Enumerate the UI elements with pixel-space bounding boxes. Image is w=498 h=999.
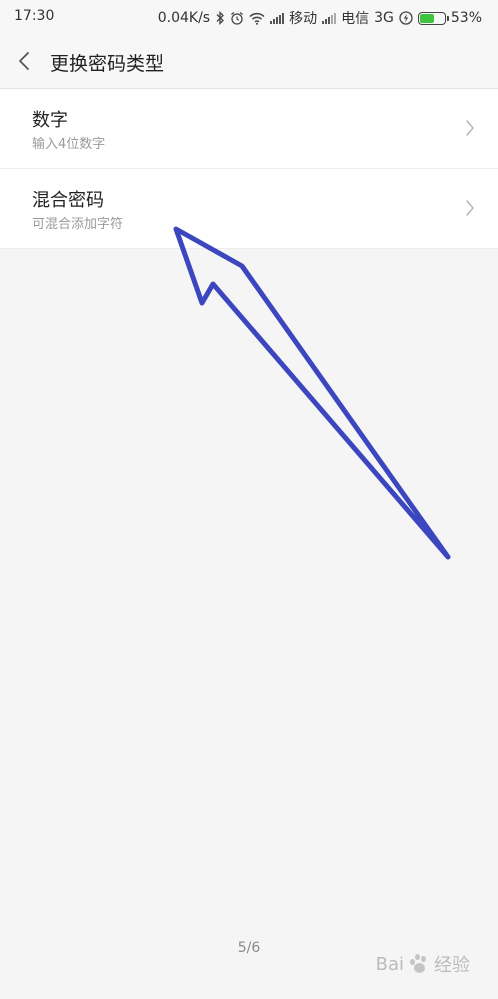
watermark-brand: Bai [375, 953, 404, 975]
battery-percent: 53% [450, 10, 482, 26]
watermark: Bai 经验 [376, 951, 470, 977]
chevron-right-icon [466, 200, 474, 216]
option-numeric[interactable]: 数字 输入4位数字 [0, 89, 498, 169]
paw-logo-icon [408, 953, 430, 975]
signal-strength-icon [270, 12, 285, 24]
carrier-2: 电信 [341, 11, 370, 27]
alarm-icon [231, 12, 244, 25]
option-label: 数字 [32, 110, 68, 131]
password-type-list: 数字 输入4位数字 混合密码 可混合添加字符 [0, 89, 498, 249]
signal-strength-icon [322, 12, 337, 24]
page-title: 更换密码类型 [50, 53, 165, 75]
carrier-1: 移动 [289, 11, 318, 27]
battery-icon [417, 11, 449, 25]
chevron-right-icon [466, 120, 474, 136]
status-bar: 17:30 0.04K/s 移动 电信 3G 53% [0, 0, 498, 34]
network-speed: 0.04K/s [157, 10, 211, 26]
option-mixed-password[interactable]: 混合密码 可混合添加字符 [0, 169, 498, 249]
charging-icon [399, 11, 413, 25]
app-header: 更换密码类型 [0, 34, 498, 89]
option-label: 混合密码 [32, 190, 104, 211]
network-type: 3G [374, 10, 394, 26]
status-time: 17:30 [14, 8, 55, 24]
wifi-icon [249, 12, 265, 25]
back-arrow-icon[interactable] [14, 48, 38, 74]
status-indicators: 0.04K/s 移动 电信 3G 53% [158, 8, 482, 28]
option-description: 可混合添加字符 [32, 217, 124, 232]
option-description: 输入4位数字 [32, 137, 106, 152]
watermark-suffix: 经验 [434, 955, 470, 976]
bluetooth-icon [216, 11, 225, 25]
